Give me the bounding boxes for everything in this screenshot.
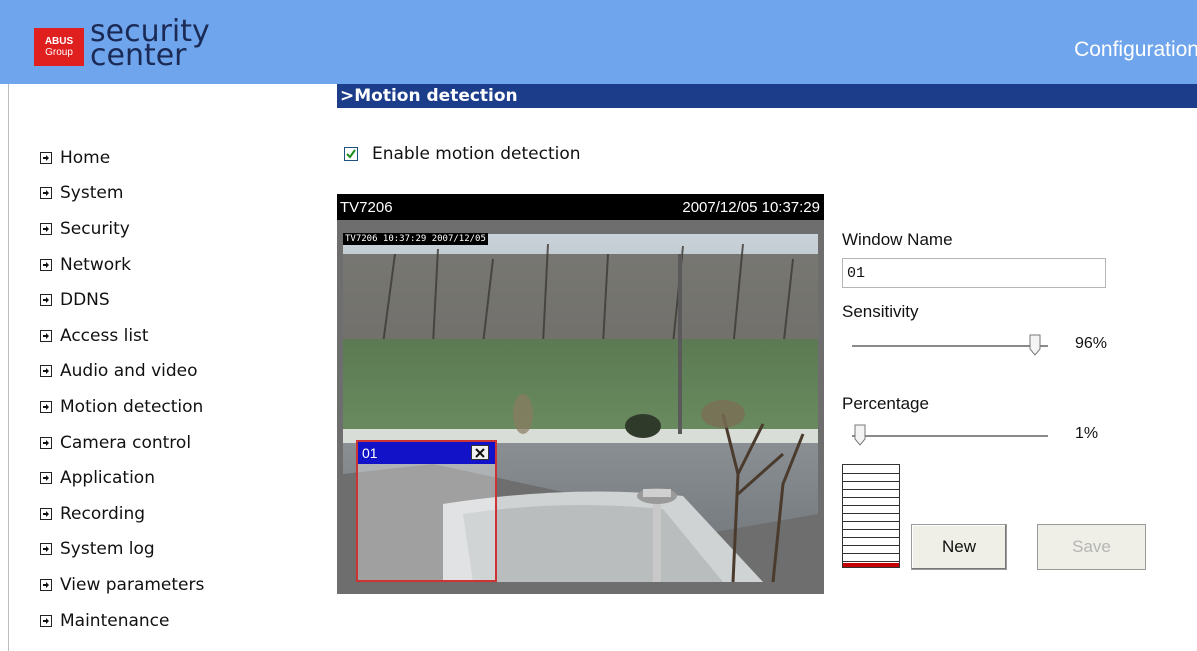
section-header: >Motion detection: [337, 84, 1197, 108]
percentage-slider[interactable]: [852, 424, 1048, 449]
motion-level-meter: [842, 464, 900, 568]
sensitivity-slider-thumb[interactable]: [1029, 334, 1041, 356]
motion-level-fill: [843, 563, 899, 567]
camera-name: TV7206: [340, 199, 393, 216]
arrow-right-box-icon: [40, 329, 52, 342]
sidebar-item-home[interactable]: Home: [40, 140, 204, 176]
arrow-right-box-icon: [40, 294, 52, 307]
sidebar-item-label: Security: [60, 218, 130, 239]
level-meter-line: [843, 553, 899, 554]
sidebar-item-access-list[interactable]: Access list: [40, 318, 204, 354]
sidebar-item-label: View parameters: [60, 574, 205, 595]
sensitivity-slider-track: [852, 345, 1048, 348]
arrow-right-box-icon: [40, 472, 52, 485]
motion-window-close-button[interactable]: [471, 445, 489, 460]
sidebar-item-security[interactable]: Security: [40, 211, 204, 247]
motion-window-name: 01: [362, 445, 378, 461]
close-icon: [475, 447, 485, 458]
sidebar-item-label: Network: [60, 254, 131, 275]
sidebar-item-camera-control[interactable]: Camera control: [40, 425, 204, 461]
sidebar-item-network[interactable]: Network: [40, 247, 204, 283]
level-meter-line: [843, 537, 899, 538]
page-title: Configuration: [1074, 38, 1197, 61]
percentage-value: 1%: [1075, 425, 1099, 442]
level-meter-line: [843, 481, 899, 482]
level-meter-line: [843, 545, 899, 546]
motion-window-title-bar[interactable]: 01: [358, 442, 495, 464]
sidebar-item-label: Audio and video: [60, 361, 198, 382]
sidebar-item-label: Camera control: [60, 432, 192, 453]
window-name-input[interactable]: 01: [842, 258, 1106, 288]
sensitivity-slider[interactable]: [852, 334, 1048, 359]
arrow-right-box-icon: [40, 365, 52, 378]
logo-text: security center: [90, 17, 210, 71]
sidebar-item-label: Access list: [60, 325, 149, 346]
arrow-right-box-icon: [40, 151, 52, 164]
new-button[interactable]: New: [911, 524, 1007, 570]
logo-badge-line2: Group: [45, 47, 73, 58]
sidebar-item-label: DDNS: [60, 290, 110, 311]
camera-osd-text: TV7206 10:37:29 2007/12/05: [343, 233, 488, 245]
level-meter-line: [843, 473, 899, 474]
level-meter-line: [843, 513, 899, 514]
sidebar-item-label: Home: [60, 147, 111, 168]
arrow-right-box-icon: [40, 400, 52, 413]
sidebar-item-ddns[interactable]: DDNS: [40, 282, 204, 318]
sidebar-item-audio-and-video[interactable]: Audio and video: [40, 354, 204, 390]
sidebar-item-view-parameters[interactable]: View parameters: [40, 567, 204, 603]
sidebar-item-system[interactable]: System: [40, 176, 204, 212]
checkmark-icon: [346, 149, 356, 159]
enable-motion-detection-checkbox[interactable]: [344, 147, 358, 161]
level-meter-line: [843, 561, 899, 562]
percentage-slider-thumb[interactable]: [854, 424, 866, 446]
level-meter-line: [843, 505, 899, 506]
percentage-slider-track: [852, 435, 1048, 438]
sidebar-nav: Home System Security Network DDNS Access…: [40, 140, 204, 638]
arrow-right-box-icon: [40, 507, 52, 520]
arrow-right-box-icon: [40, 187, 52, 200]
arrow-right-box-icon: [40, 436, 52, 449]
sidebar-item-label: Application: [60, 468, 155, 489]
sidebar-item-recording[interactable]: Recording: [40, 496, 204, 532]
sensitivity-label: Sensitivity: [842, 302, 919, 321]
sensitivity-value: 96%: [1075, 335, 1108, 352]
level-meter-line: [843, 489, 899, 490]
sidebar-divider: [8, 84, 9, 651]
sidebar-item-label: System: [60, 183, 124, 204]
arrow-right-box-icon: [40, 258, 52, 271]
logo-badge-line1: ABUS: [44, 36, 74, 47]
section-title: >Motion detection: [340, 86, 518, 106]
enable-motion-detection-row: Enable motion detection: [344, 144, 581, 164]
sidebar-item-label: Recording: [60, 503, 146, 524]
abus-group-logo-badge: ABUS Group: [34, 28, 84, 66]
level-meter-line: [843, 497, 899, 498]
level-meter-line: [843, 529, 899, 530]
percentage-label: Percentage: [842, 394, 929, 413]
save-button[interactable]: Save: [1037, 524, 1146, 570]
sidebar-item-label: Maintenance: [60, 610, 170, 631]
header-banner: ABUS Group security center Configuration: [0, 0, 1197, 84]
sidebar-item-label: Motion detection: [60, 396, 204, 417]
arrow-right-box-icon: [40, 543, 52, 556]
sidebar-item-system-log[interactable]: System log: [40, 532, 204, 568]
camera-title-bar: TV7206 2007/12/05 10:37:29: [337, 194, 824, 220]
enable-motion-detection-label: Enable motion detection: [372, 144, 581, 164]
level-meter-line: [843, 521, 899, 522]
motion-detection-window[interactable]: 01: [356, 440, 497, 582]
camera-timestamp: 2007/12/05 10:37:29: [682, 199, 820, 216]
sidebar-item-motion-detection[interactable]: Motion detection: [40, 389, 204, 425]
sidebar-item-maintenance[interactable]: Maintenance: [40, 603, 204, 639]
arrow-right-box-icon: [40, 222, 52, 235]
sidebar-item-label: System log: [60, 539, 155, 560]
arrow-right-box-icon: [40, 578, 52, 591]
arrow-right-box-icon: [40, 614, 52, 627]
sidebar-item-application[interactable]: Application: [40, 460, 204, 496]
window-name-label: Window Name: [842, 230, 953, 249]
